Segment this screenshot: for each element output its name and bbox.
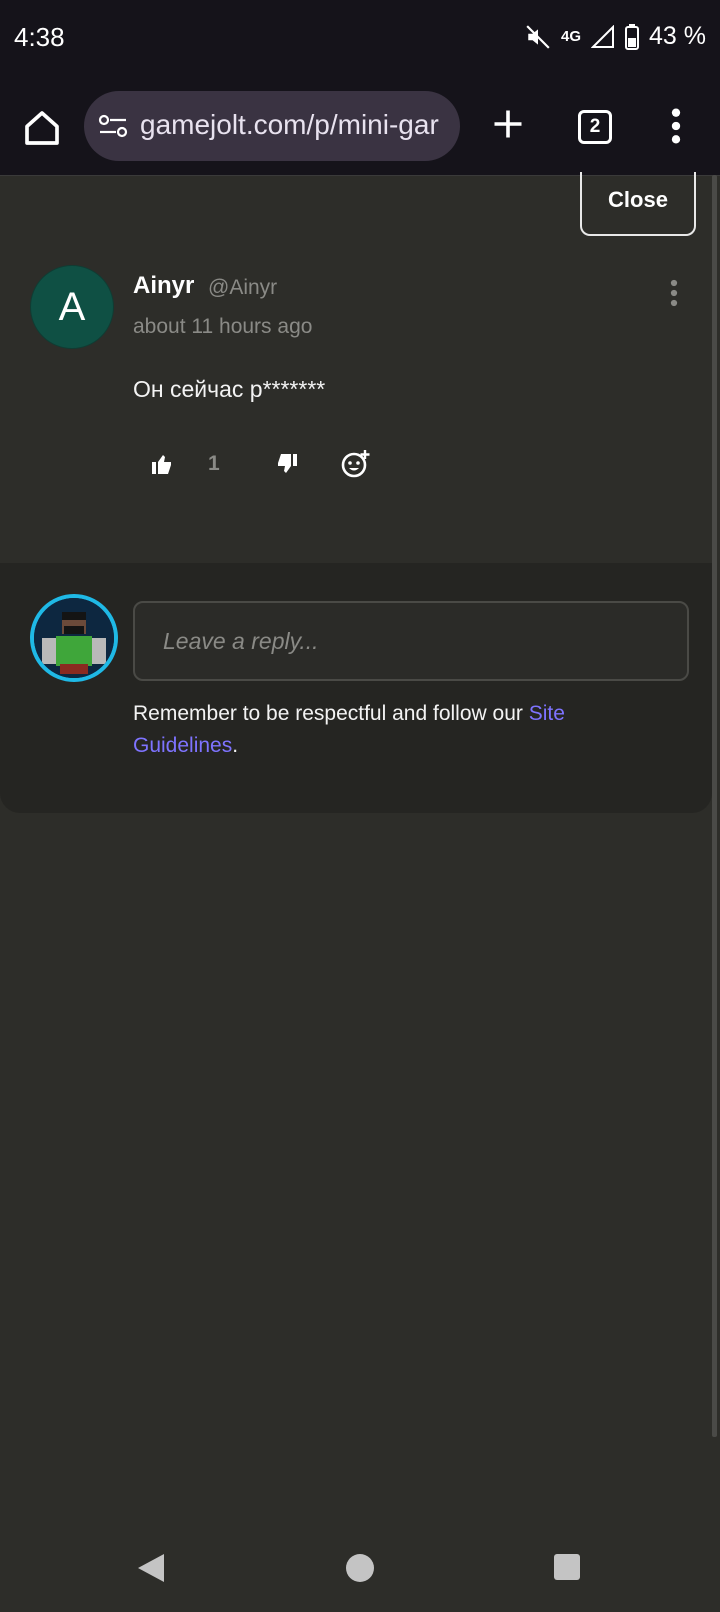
status-icons: 4G 43 % <box>525 22 706 51</box>
signal-icon <box>591 24 615 48</box>
dislike-icon[interactable] <box>275 452 299 476</box>
reply-input[interactable] <box>133 601 689 681</box>
url-text: gamejolt.com/p/mini-gar <box>140 109 439 140</box>
back-nav-icon[interactable] <box>136 1552 166 1584</box>
add-reaction-icon[interactable] <box>340 448 372 480</box>
close-button[interactable]: Close <box>580 172 696 236</box>
home-nav-icon[interactable] <box>346 1554 374 1582</box>
recents-nav-icon[interactable] <box>554 1554 580 1580</box>
url-bar[interactable]: gamejolt.com/p/mini-gar <box>84 91 460 161</box>
comment-time[interactable]: about 11 hours ago <box>133 315 312 339</box>
browser-menu-icon[interactable] <box>668 106 684 146</box>
mute-icon <box>526 24 550 49</box>
home-icon[interactable] <box>22 108 62 148</box>
author-avatar[interactable]: A <box>30 265 114 349</box>
author-name[interactable]: Ainyr <box>133 272 194 300</box>
scrollbar[interactable] <box>712 175 717 1437</box>
comment-text: Он сейчас р******* <box>133 376 326 402</box>
user-avatar[interactable] <box>30 594 118 682</box>
user-avatar-image <box>34 598 114 678</box>
site-settings-icon[interactable] <box>98 113 128 139</box>
author-handle[interactable]: @Ainyr <box>208 276 277 300</box>
status-bar: 4:38 4G 43 % <box>0 0 720 78</box>
battery-percent: 43 % <box>649 22 706 50</box>
new-tab-icon[interactable] <box>490 106 526 142</box>
browser-toolbar: gamejolt.com/p/mini-gar 2 <box>0 78 720 176</box>
like-count: 1 <box>208 452 220 475</box>
status-time: 4:38 <box>14 22 65 52</box>
battery-icon <box>625 23 640 50</box>
comment-more-icon[interactable] <box>668 278 680 308</box>
network-label: 4G <box>561 28 582 45</box>
guidelines-suffix: . <box>232 734 239 757</box>
guidelines-text: Remember to be respectful and follow our <box>133 702 529 725</box>
like-icon[interactable] <box>150 452 174 476</box>
tab-switcher-button[interactable]: 2 <box>578 110 612 144</box>
guidelines-note: Remember to be respectful and follow our… <box>133 698 633 762</box>
